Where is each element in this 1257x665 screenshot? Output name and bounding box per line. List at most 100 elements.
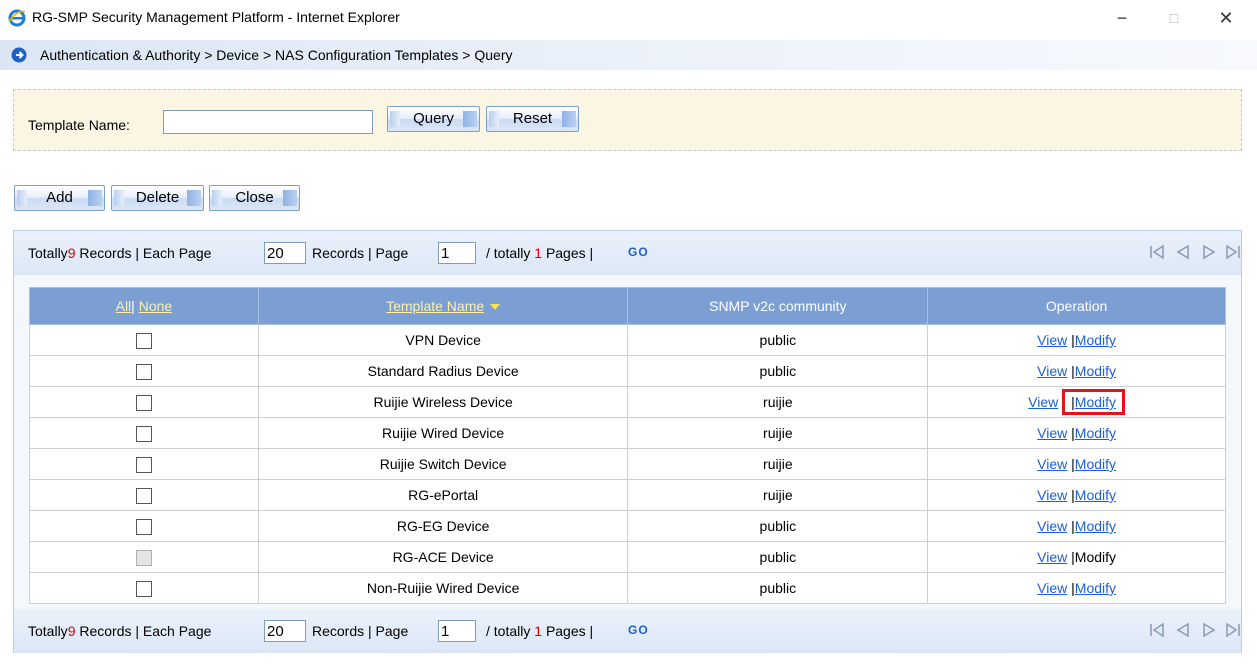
- table-row: Ruijie Wireless Device ruijie View |Modify: [29, 386, 1226, 418]
- community-column-header: SNMP v2c community: [627, 287, 929, 325]
- community-cell: ruijie: [627, 386, 929, 418]
- total-records-count: 9: [67, 623, 76, 639]
- row-checkbox[interactable]: [135, 456, 152, 473]
- first-page-icon[interactable]: [1148, 243, 1166, 261]
- pager-slash-totally-label: / totally: [486, 623, 531, 639]
- pager-totally-label: Totally: [28, 623, 68, 639]
- template-name-cell: RG-ACE Device: [257, 541, 629, 573]
- community-cell: public: [627, 324, 929, 356]
- view-link[interactable]: View: [1037, 487, 1067, 503]
- view-link[interactable]: View: [1037, 456, 1067, 472]
- select-cell: [29, 479, 259, 511]
- template-name-column-header[interactable]: Template Name: [257, 287, 629, 325]
- operation-cell: View |Modify: [927, 448, 1226, 480]
- modify-link[interactable]: Modify: [1075, 456, 1116, 472]
- modify-link[interactable]: Modify: [1075, 518, 1116, 534]
- modify-link[interactable]: Modify: [1075, 332, 1116, 348]
- minimize-button[interactable]: −: [1099, 4, 1145, 32]
- next-page-icon[interactable]: [1200, 243, 1218, 261]
- pager-slash-totally-label: / totally: [486, 245, 531, 261]
- view-link[interactable]: View: [1037, 580, 1067, 596]
- previous-page-icon[interactable]: [1174, 621, 1192, 639]
- row-checkbox[interactable]: [135, 425, 152, 442]
- breadcrumb: Authentication & Authority > Device > NA…: [40, 47, 513, 63]
- row-checkbox[interactable]: [135, 363, 152, 380]
- row-checkbox[interactable]: [135, 580, 152, 597]
- sort-template-name-link[interactable]: Template Name: [386, 298, 484, 314]
- internet-explorer-icon: [8, 9, 26, 27]
- template-name-cell: Non-Ruijie Wired Device: [257, 572, 629, 604]
- template-name-cell: Ruijie Wired Device: [257, 417, 629, 449]
- page-number-input[interactable]: [438, 242, 476, 264]
- page-size-input[interactable]: [264, 620, 306, 642]
- operation-cell: View |Modify: [927, 386, 1226, 418]
- pager-records-page-label: Records | Page: [312, 623, 409, 639]
- first-page-icon[interactable]: [1148, 621, 1166, 639]
- delete-button[interactable]: Delete: [111, 185, 204, 211]
- template-name-cell: RG-EG Device: [257, 510, 629, 542]
- pager-records-page-label: Records | Page: [312, 245, 409, 261]
- maximize-button[interactable]: □: [1151, 4, 1197, 32]
- view-link[interactable]: View: [1037, 549, 1067, 565]
- pager-each-page-label: Records | Each Page: [79, 623, 212, 639]
- last-page-icon[interactable]: [1224, 243, 1242, 261]
- view-link[interactable]: View: [1037, 332, 1067, 348]
- select-column-header: All| None: [29, 287, 259, 325]
- page-size-input[interactable]: [264, 242, 306, 264]
- go-button[interactable]: GO: [628, 245, 649, 259]
- community-cell: public: [627, 355, 929, 387]
- select-cell: [29, 448, 259, 480]
- modify-link[interactable]: Modify: [1075, 580, 1116, 596]
- community-cell: ruijie: [627, 479, 929, 511]
- view-link[interactable]: View: [1037, 425, 1067, 441]
- view-link[interactable]: View: [1037, 518, 1067, 534]
- operation-cell: View |Modify: [927, 510, 1226, 542]
- modify-link[interactable]: Modify: [1075, 487, 1116, 503]
- template-name-cell: Ruijie Wireless Device: [257, 386, 629, 418]
- row-checkbox[interactable]: [135, 487, 152, 504]
- modify-link[interactable]: Modify: [1075, 425, 1116, 441]
- select-none-link[interactable]: None: [139, 298, 172, 314]
- template-name-input[interactable]: [163, 110, 373, 134]
- close-button[interactable]: Close: [209, 185, 300, 211]
- sort-desc-icon: [490, 304, 501, 311]
- go-button[interactable]: GO: [628, 623, 649, 637]
- operation-cell: View |Modify: [927, 572, 1226, 604]
- window-title: RG-SMP Security Management Platform - In…: [32, 9, 400, 25]
- view-link[interactable]: View: [1037, 363, 1067, 379]
- table-row: RG-EG Device public View |Modify: [29, 510, 1226, 542]
- select-all-link[interactable]: All: [116, 298, 132, 314]
- pager-bottom: Totally9 Records | Each Page Records | P…: [14, 609, 1241, 653]
- modify-text-disabled: Modify: [1074, 549, 1117, 565]
- table-row: Ruijie Switch Device ruijie View |Modify: [29, 448, 1226, 480]
- table-row: Ruijie Wired Device ruijie View |Modify: [29, 417, 1226, 449]
- pager-text-start: Totally9 Records | Each Page: [28, 245, 211, 261]
- row-checkbox[interactable]: [135, 394, 152, 411]
- pager-top: Totally9 Records | Each Page Records | P…: [14, 231, 1241, 275]
- templates-table: All| None Template Name SNMP v2c communi…: [29, 287, 1226, 604]
- last-page-icon[interactable]: [1224, 621, 1242, 639]
- add-button[interactable]: Add: [14, 185, 105, 211]
- community-cell: public: [627, 572, 929, 604]
- modify-link[interactable]: Modify: [1075, 363, 1116, 379]
- row-checkbox: [135, 549, 152, 566]
- total-records-count: 9: [67, 245, 76, 261]
- arrow-circle-icon: [11, 47, 27, 63]
- close-window-button[interactable]: ✕: [1203, 4, 1249, 32]
- view-link[interactable]: View: [1028, 394, 1058, 410]
- row-checkbox[interactable]: [135, 518, 152, 535]
- next-page-icon[interactable]: [1200, 621, 1218, 639]
- table-row: Non-Ruijie Wired Device public View |Modif…: [29, 572, 1226, 604]
- close-button-label: Close: [235, 189, 274, 206]
- row-checkbox[interactable]: [135, 332, 152, 349]
- reset-button[interactable]: Reset: [486, 106, 579, 132]
- operation-cell: View |Modify: [927, 541, 1226, 573]
- modify-link[interactable]: Modify: [1075, 394, 1116, 410]
- reset-button-label: Reset: [512, 110, 553, 127]
- community-cell: public: [627, 541, 929, 573]
- page-number-input[interactable]: [438, 620, 476, 642]
- add-button-label: Add: [46, 189, 73, 206]
- previous-page-icon[interactable]: [1174, 243, 1192, 261]
- header-separator: |: [131, 298, 135, 314]
- query-button[interactable]: Query: [387, 106, 480, 132]
